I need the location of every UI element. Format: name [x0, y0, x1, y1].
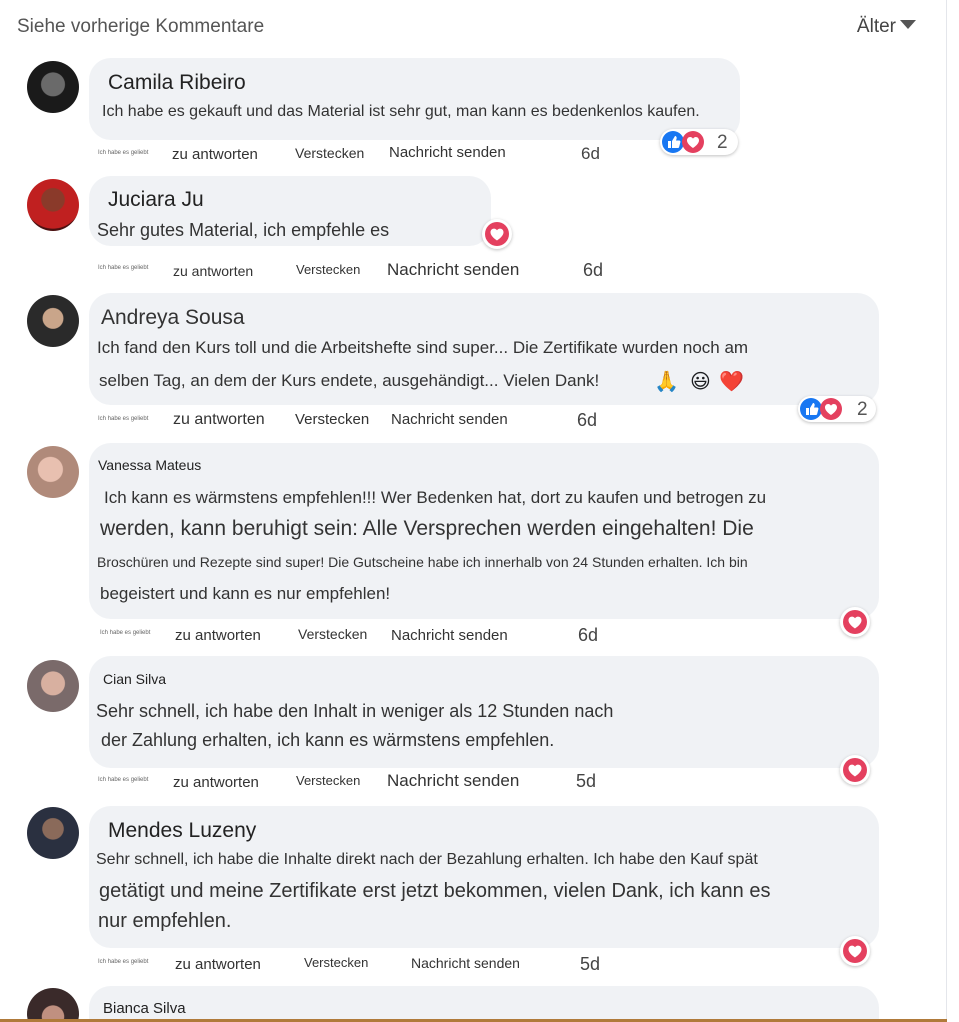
commenter-name[interactable]: Vanessa Mateus	[98, 457, 201, 473]
commenter-name[interactable]: Juciara Ju	[108, 188, 204, 212]
send-message-button[interactable]: Nachricht senden	[391, 411, 508, 428]
comment-text-line: Broschüren und Rezepte sind super! Die G…	[97, 554, 748, 570]
comment-time[interactable]: 5d	[576, 771, 596, 792]
comment-time[interactable]: 6d	[578, 625, 598, 646]
commenter-name[interactable]: Mendes Luzeny	[108, 819, 256, 843]
liked-button[interactable]: Ich habe es geliebt	[98, 150, 148, 156]
reply-button[interactable]: zu antworten	[173, 263, 253, 279]
comments-header: Siehe vorherige Kommentare Älter	[17, 14, 916, 40]
comment-time[interactable]: 5d	[580, 954, 600, 975]
avatar[interactable]	[27, 295, 79, 347]
commenter-name[interactable]: Cian Silva	[103, 671, 166, 687]
comment-time[interactable]: 6d	[583, 260, 603, 281]
see-previous-comments-link[interactable]: Siehe vorherige Kommentare	[17, 16, 264, 38]
liked-button[interactable]: Ich habe es geliebt	[100, 630, 150, 636]
hide-button[interactable]: Verstecken	[295, 411, 369, 428]
commenter-name[interactable]: Camila Ribeiro	[108, 71, 246, 95]
liked-button[interactable]: Ich habe es geliebt	[98, 959, 148, 965]
sort-label: Älter	[856, 16, 896, 37]
hide-button[interactable]: Verstecken	[296, 773, 360, 788]
comment-actions: Ich habe es geliebt zu antworten Verstec…	[0, 144, 947, 164]
comment-text-line: begeistert und kann es nur empfehlen!	[100, 584, 391, 603]
comment-text-line: getätigt und meine Zertifikate erst jetz…	[99, 880, 771, 902]
comment-actions: Ich habe es geliebt zu antworten Verstec…	[0, 260, 947, 280]
comment-text-line: Ich fand den Kurs toll und die Arbeitshe…	[97, 338, 749, 357]
comment-time[interactable]: 6d	[577, 410, 597, 431]
commenter-name[interactable]: Bianca Silva	[103, 1000, 186, 1017]
reply-button[interactable]: zu antworten	[173, 774, 259, 791]
comment-text: Ich habe es gekauft und das Material ist…	[102, 103, 700, 120]
reply-button[interactable]: zu antworten	[173, 411, 265, 429]
reply-button[interactable]: zu antworten	[175, 627, 261, 644]
hide-button[interactable]: Verstecken	[298, 626, 367, 642]
reply-button[interactable]: zu antworten	[175, 956, 261, 973]
comment-bubble	[89, 986, 879, 1022]
liked-button[interactable]: Ich habe es geliebt	[98, 265, 148, 271]
reply-button[interactable]: zu antworten	[172, 146, 258, 163]
comment-text-line: nur empfehlen.	[98, 910, 232, 932]
avatar[interactable]	[27, 179, 79, 231]
avatar[interactable]	[27, 61, 79, 113]
send-message-button[interactable]: Nachricht senden	[389, 144, 506, 161]
liked-button[interactable]: Ich habe es geliebt	[98, 416, 148, 422]
comment-text-line: selben Tag, an dem der Kurs endete, ausg…	[99, 371, 600, 390]
sort-dropdown[interactable]: Älter	[857, 16, 916, 38]
comment-text-line: werden, kann beruhigt sein: Alle Verspre…	[100, 517, 754, 540]
avatar[interactable]	[27, 660, 79, 712]
avatar[interactable]	[27, 807, 79, 859]
comment-text: Sehr gutes Material, ich empfehle es	[97, 220, 390, 240]
comment-text-line: der Zahlung erhalten, ich kann es wärmst…	[101, 730, 555, 750]
send-message-button[interactable]: Nachricht senden	[387, 260, 519, 280]
love-icon	[485, 222, 509, 246]
comment-text-line: Sehr schnell, ich habe die Inhalte direk…	[96, 851, 758, 868]
send-message-button[interactable]: Nachricht senden	[391, 627, 508, 644]
comment-actions: Ich habe es geliebt zu antworten Verstec…	[0, 954, 947, 974]
avatar[interactable]	[27, 446, 79, 498]
hide-button[interactable]: Verstecken	[295, 145, 364, 161]
caret-down-icon	[900, 20, 916, 30]
comment-actions: Ich habe es geliebt zu antworten Verstec…	[0, 410, 947, 430]
send-message-button[interactable]: Nachricht senden	[411, 955, 520, 971]
send-message-button[interactable]: Nachricht senden	[387, 771, 519, 791]
avatar[interactable]	[27, 988, 79, 1022]
comment-actions: Ich habe es geliebt zu antworten Verstec…	[0, 625, 947, 645]
comments-panel: Siehe vorherige Kommentare Älter Camila …	[0, 0, 947, 1022]
comment-text-line: Ich kann es wärmstens empfehlen!!! Wer B…	[104, 488, 767, 507]
hide-button[interactable]: Verstecken	[304, 955, 368, 970]
comment-text-line: Sehr schnell, ich habe den Inhalt in wen…	[96, 701, 614, 721]
comment-time[interactable]: 6d	[581, 144, 600, 164]
love-reaction-badge[interactable]	[482, 219, 512, 249]
pray-emoji: 🙏	[654, 371, 679, 393]
hide-button[interactable]: Verstecken	[296, 262, 360, 277]
liked-button[interactable]: Ich habe es geliebt	[98, 777, 148, 783]
commenter-name[interactable]: Andreya Sousa	[101, 306, 245, 330]
heart-emoji: ❤️	[719, 371, 744, 393]
smile-emoji: 😃	[690, 371, 711, 393]
comment-actions: Ich habe es geliebt zu antworten Verstec…	[0, 771, 947, 791]
